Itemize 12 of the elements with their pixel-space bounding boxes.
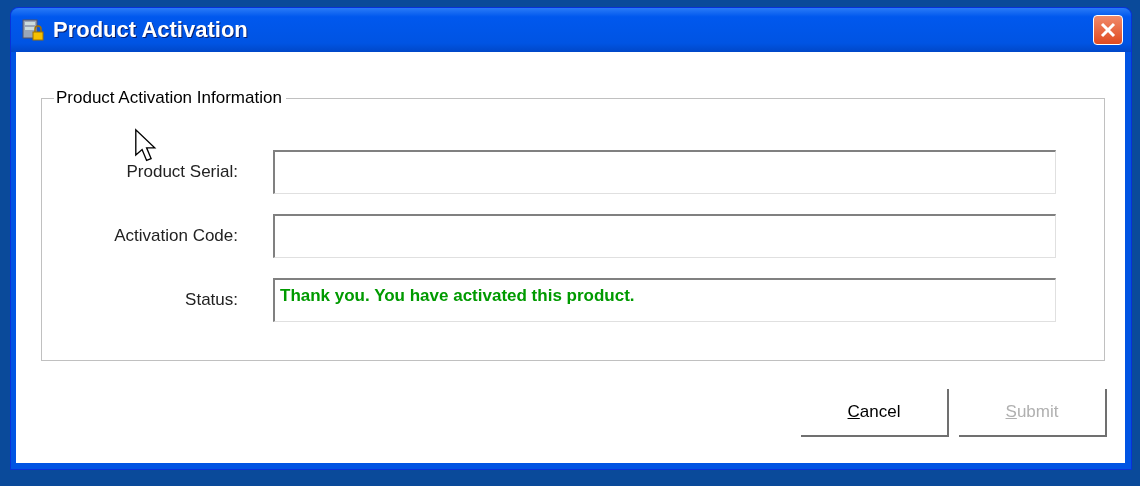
status-field: Thank you. You have activated this product. [273, 278, 1056, 322]
group-title: Product Activation Information [55, 88, 283, 108]
input-field[interactable] [273, 214, 1056, 258]
close-icon [1100, 22, 1116, 38]
lock-computer-icon [21, 18, 45, 42]
field-label: Status: [184, 290, 238, 310]
close-button[interactable] [1093, 15, 1123, 45]
input-field[interactable] [273, 150, 1056, 194]
window-title: Product Activation [53, 17, 249, 43]
dialog-button[interactable]: Cancel [801, 389, 949, 437]
field-label: Activation Code: [113, 226, 238, 246]
field-label: Product Serial: [125, 162, 238, 182]
